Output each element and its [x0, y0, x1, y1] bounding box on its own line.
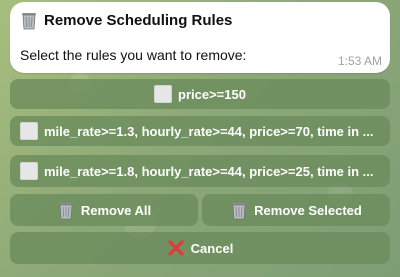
rule-label-2: mile_rate>=1.3, hourly_rate>=44, price>=… — [44, 123, 374, 139]
unchecked-box-icon — [20, 122, 38, 140]
message-prompt: Select the rules you want to remove: — [20, 47, 247, 63]
message-timestamp: 1:53 AM — [337, 54, 382, 68]
remove-selected-button[interactable]: Remove Selected — [202, 194, 390, 226]
unchecked-box-icon — [154, 85, 173, 103]
wastebasket-icon — [57, 200, 75, 220]
close-icon — [167, 239, 185, 257]
message-title: Remove Scheduling Rules — [44, 11, 233, 29]
unchecked-box-icon — [20, 162, 38, 180]
rule-label-3: mile_rate>=1.8, hourly_rate>=44, price>=… — [44, 163, 374, 179]
rule-button-1[interactable]: price>=150 — [10, 79, 390, 109]
wastebasket-icon — [20, 10, 38, 30]
remove-selected-label: Remove Selected — [254, 202, 362, 218]
message-bubble: Remove Scheduling Rules Select the rules… — [10, 2, 390, 73]
cancel-label: Cancel — [190, 240, 234, 256]
rule-button-2[interactable]: mile_rate>=1.3, hourly_rate>=44, price>=… — [10, 116, 390, 146]
wastebasket-icon — [230, 200, 248, 220]
message-title-row: Remove Scheduling Rules — [20, 9, 232, 31]
remove-all-button[interactable]: Remove All — [10, 194, 198, 226]
rule-label-1: price>=150 — [178, 86, 246, 102]
remove-all-label: Remove All — [80, 202, 152, 218]
cancel-button[interactable]: Cancel — [10, 232, 390, 264]
rule-button-3[interactable]: mile_rate>=1.8, hourly_rate>=44, price>=… — [10, 155, 390, 187]
